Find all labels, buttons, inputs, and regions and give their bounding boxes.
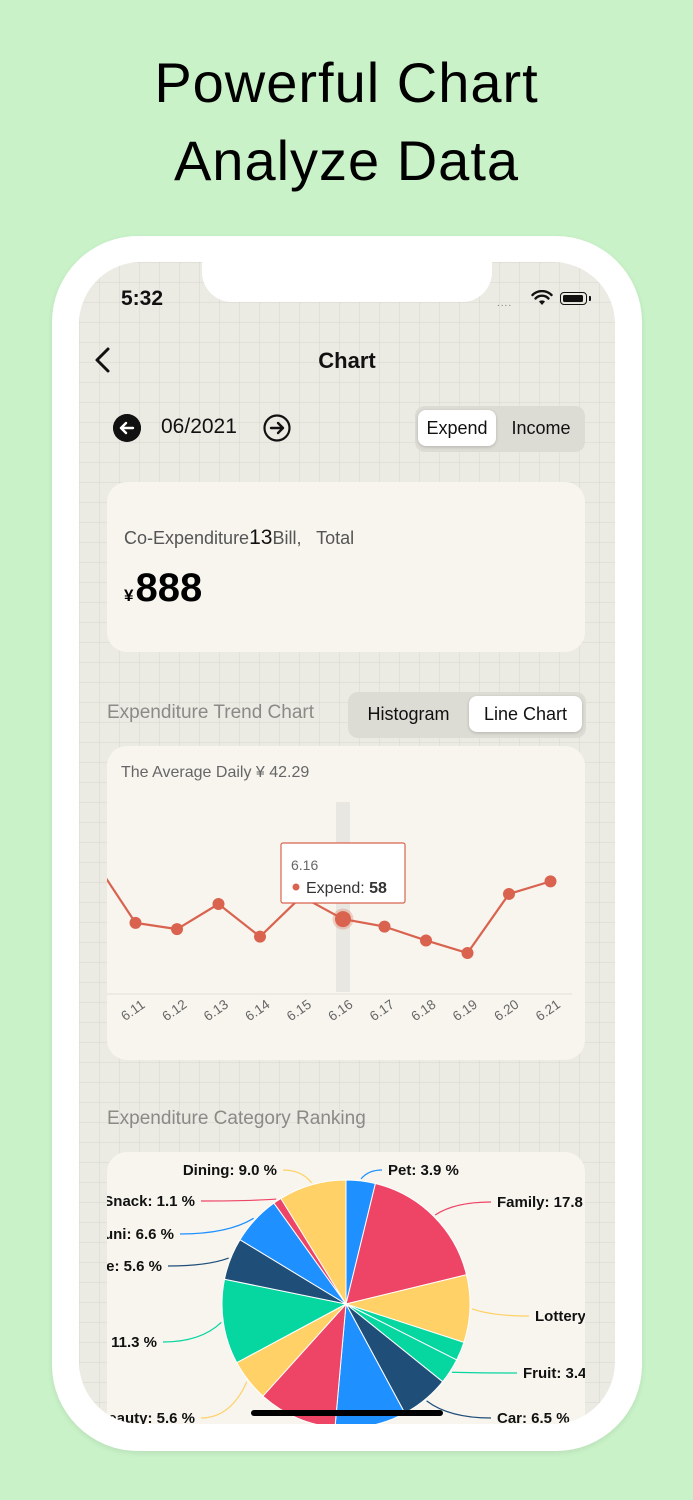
pie-slice-label: Pet: 3.9 % (388, 1162, 459, 1179)
data-point-6.20[interactable] (503, 887, 515, 900)
pie-leader-line (360, 1169, 383, 1180)
bill-count: 13 (249, 526, 273, 549)
pie-chart[interactable]: Pet: 3.9 % Family: 17.8 Lottery Fruit: 3.4 C… (107, 1152, 585, 1424)
x-tick-label: 6.19 (450, 997, 480, 1024)
home-indicator (251, 1410, 443, 1416)
total-value: 888 (135, 566, 203, 610)
chart-tooltip: 6.16 Expend: 58 (280, 842, 406, 904)
page-title: Chart (318, 348, 376, 373)
tooltip-value: 58 (369, 880, 387, 897)
data-point-6.11[interactable] (129, 916, 142, 929)
pie-slice-label: Lottery (535, 1308, 585, 1325)
pie-leader-line (162, 1321, 222, 1343)
tab-income[interactable]: Income (499, 410, 583, 446)
tooltip-series-label: Expend: 58 (306, 880, 387, 897)
tooltip-series-dot (292, 883, 300, 891)
x-tick-label: 6.20 (491, 997, 521, 1024)
data-point-6.19[interactable] (461, 947, 474, 960)
trend-chart-card: The Average Daily ¥ 42.29 6.11 6.12 6.13 6.… (107, 746, 585, 1060)
data-point-6.21[interactable] (544, 875, 557, 888)
headline-line-2: Analyze Data (173, 129, 520, 192)
status-time: 5:32 (121, 287, 164, 310)
x-tick-label: 6.14 (242, 996, 273, 1024)
chart-type-toggle: Histogram Line Chart (348, 692, 586, 738)
ranking-section-label: Expenditure Category Ranking (107, 1108, 366, 1129)
x-tick-label: 6.13 (201, 997, 231, 1024)
data-point-6.14[interactable] (254, 930, 266, 943)
pie-slice-label: Snack: 1.1 % (107, 1193, 195, 1210)
phone-screen: 5:32 .... Chart 06/2021 Expend Income Co… (79, 262, 615, 1424)
x-tick-label: 6.16 (325, 997, 355, 1024)
pie-slice-label: uni: 6.6 % (107, 1226, 174, 1243)
x-tick-label: 6.15 (284, 997, 314, 1024)
pie-leader-line (434, 1201, 492, 1216)
x-tick-label: 6.21 (533, 997, 563, 1024)
pie-slice-label: Family: 17.8 (497, 1194, 583, 1211)
pie-slice-label: eauty: 5.6 % (108, 1410, 195, 1424)
notch (202, 262, 492, 302)
summary-suffix: Bill, Total (272, 528, 355, 548)
data-point-6.17[interactable] (378, 920, 391, 933)
x-tick-label: 6.12 (159, 997, 189, 1024)
trend-section-label: Expenditure Trend Chart (107, 702, 315, 723)
data-point-6.13[interactable] (212, 898, 225, 910)
pie-slice-label: Dining: 9.0 % (183, 1162, 277, 1179)
tab-histogram[interactable]: Histogram (351, 696, 466, 732)
wifi-icon (531, 290, 553, 305)
pie-leader-line (471, 1308, 530, 1317)
pie-leader-line (451, 1371, 518, 1374)
pie-leader-line (282, 1169, 313, 1184)
battery-icon (560, 292, 591, 305)
next-month-icon[interactable] (263, 414, 291, 442)
pie-leader-line (179, 1217, 254, 1235)
data-point-6.18[interactable] (420, 934, 432, 947)
signal-icon: .... (497, 298, 513, 309)
pie-leader-line (200, 1381, 248, 1419)
pie-slice-label: Fruit: 3.4 (523, 1365, 585, 1382)
data-point-6.12[interactable] (171, 923, 183, 936)
pie-slice-label: Car: 6.5 % (497, 1410, 570, 1424)
data-point-6.16[interactable] (335, 911, 351, 928)
pie-leader-line (167, 1257, 229, 1267)
expend-income-toggle: Expend Income (415, 406, 585, 452)
pie-leader-line (200, 1198, 277, 1202)
summary-card: Co-Expenditure13Bill, Total ¥888 (107, 482, 585, 652)
total-amount: ¥888 (124, 566, 202, 611)
bill-summary: Co-Expenditure13Bill, Total (124, 526, 354, 550)
x-tick-label: 6.18 (408, 997, 438, 1024)
pie-slice-label: 11.3 % (111, 1334, 157, 1351)
tooltip-date: 6.16 (291, 857, 318, 873)
currency-symbol: ¥ (124, 586, 134, 605)
pie-slice-label: e: 5.6 % (107, 1258, 162, 1275)
current-month: 06/2021 (161, 415, 237, 438)
x-tick-label: 6.11 (118, 997, 147, 1024)
line-chart[interactable]: 6.11 6.12 6.13 6.14 6.15 6.16 6.17 6.18 6.19 6.20… (107, 746, 585, 1060)
tab-expend[interactable]: Expend (418, 410, 496, 446)
x-tick-label: 6.17 (367, 997, 397, 1024)
tab-line-chart[interactable]: Line Chart (469, 696, 582, 732)
previous-month-icon[interactable] (113, 414, 141, 442)
headline-line-1: Powerful Chart (154, 51, 539, 114)
category-pie-card: Pet: 3.9 % Family: 17.8 Lottery Fruit: 3.4 C… (107, 1152, 585, 1424)
summary-prefix: Co-Expenditure (124, 528, 250, 548)
